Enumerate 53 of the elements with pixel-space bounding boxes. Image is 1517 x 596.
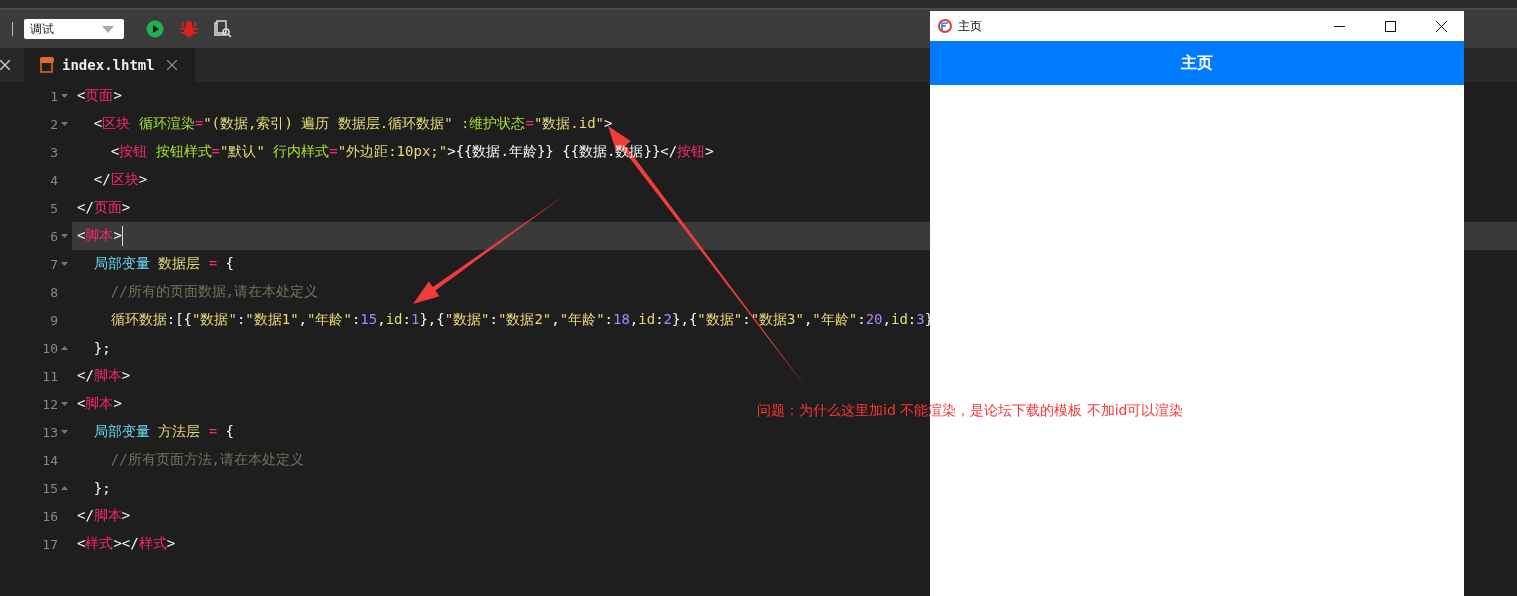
line-number: 7 [50,256,58,272]
bug-icon[interactable] [180,20,198,38]
line-number: 17 [42,536,58,552]
code-line: <页面> [77,87,122,105]
fold-arrow-icon[interactable] [61,122,68,126]
line-number: 5 [50,200,58,216]
fold-arrow-icon[interactable] [61,234,68,238]
line-number: 13 [42,424,58,440]
line-number: 1 [50,88,58,104]
code-line: 局部变量 数据层 = { [92,255,234,273]
file-icon [40,57,54,73]
fold-arrow-icon[interactable] [61,402,68,406]
code-line: //所有的页面数据,请在本处定义 [109,283,318,301]
code-line: }; [92,340,111,356]
fold-arrow-icon[interactable] [61,486,68,490]
window-title: 主页 [958,17,982,35]
code-line: </区块> [92,171,148,189]
line-number: 2 [50,116,58,132]
code-line: <样式></样式> [77,535,176,553]
line-number: 3 [50,144,58,160]
app-logo-icon [938,19,952,33]
maximize-icon[interactable] [1385,20,1396,32]
text-cursor [121,226,123,246]
document-search-icon[interactable] [214,20,232,38]
line-number: 10 [42,340,58,356]
line-number: 11 [42,368,58,384]
line-number: 14 [42,452,58,468]
code-line: </页面> [77,199,131,217]
caret-icon [102,25,114,33]
close-icon[interactable] [1436,20,1447,32]
code-line: </脚本> [77,507,131,525]
code-line: <脚本> [77,395,122,413]
code-line: <脚本> [77,227,122,245]
file-tab[interactable]: index.lhtml [24,48,195,82]
fold-arrow-icon[interactable] [61,430,68,434]
fold-arrow-icon[interactable] [61,94,68,98]
line-number: 15 [42,480,58,496]
page-header: 主页 [930,41,1464,85]
line-number: 8 [50,284,58,300]
line-number: 9 [50,312,58,328]
code-line: //所有页面方法,请在本处定义 [109,451,304,469]
fold-arrow-icon[interactable] [61,346,68,350]
run-mode-dropdown[interactable]: 调试 [24,19,124,39]
line-number: 4 [50,172,58,188]
code-line: }; [92,480,111,496]
fold-arrow-icon[interactable] [61,262,68,266]
line-number: 6 [50,228,58,244]
line-number: 12 [42,396,58,412]
code-line: 局部变量 方法层 = { [92,423,234,441]
line-number: 16 [42,508,58,524]
run-icon[interactable] [146,20,164,38]
code-line: <区块 循环渲染="(数据,索引) 遍历 数据层.循环数据" :维护状态="数据.id"> [92,115,613,133]
code-line: </脚本> [77,367,131,385]
